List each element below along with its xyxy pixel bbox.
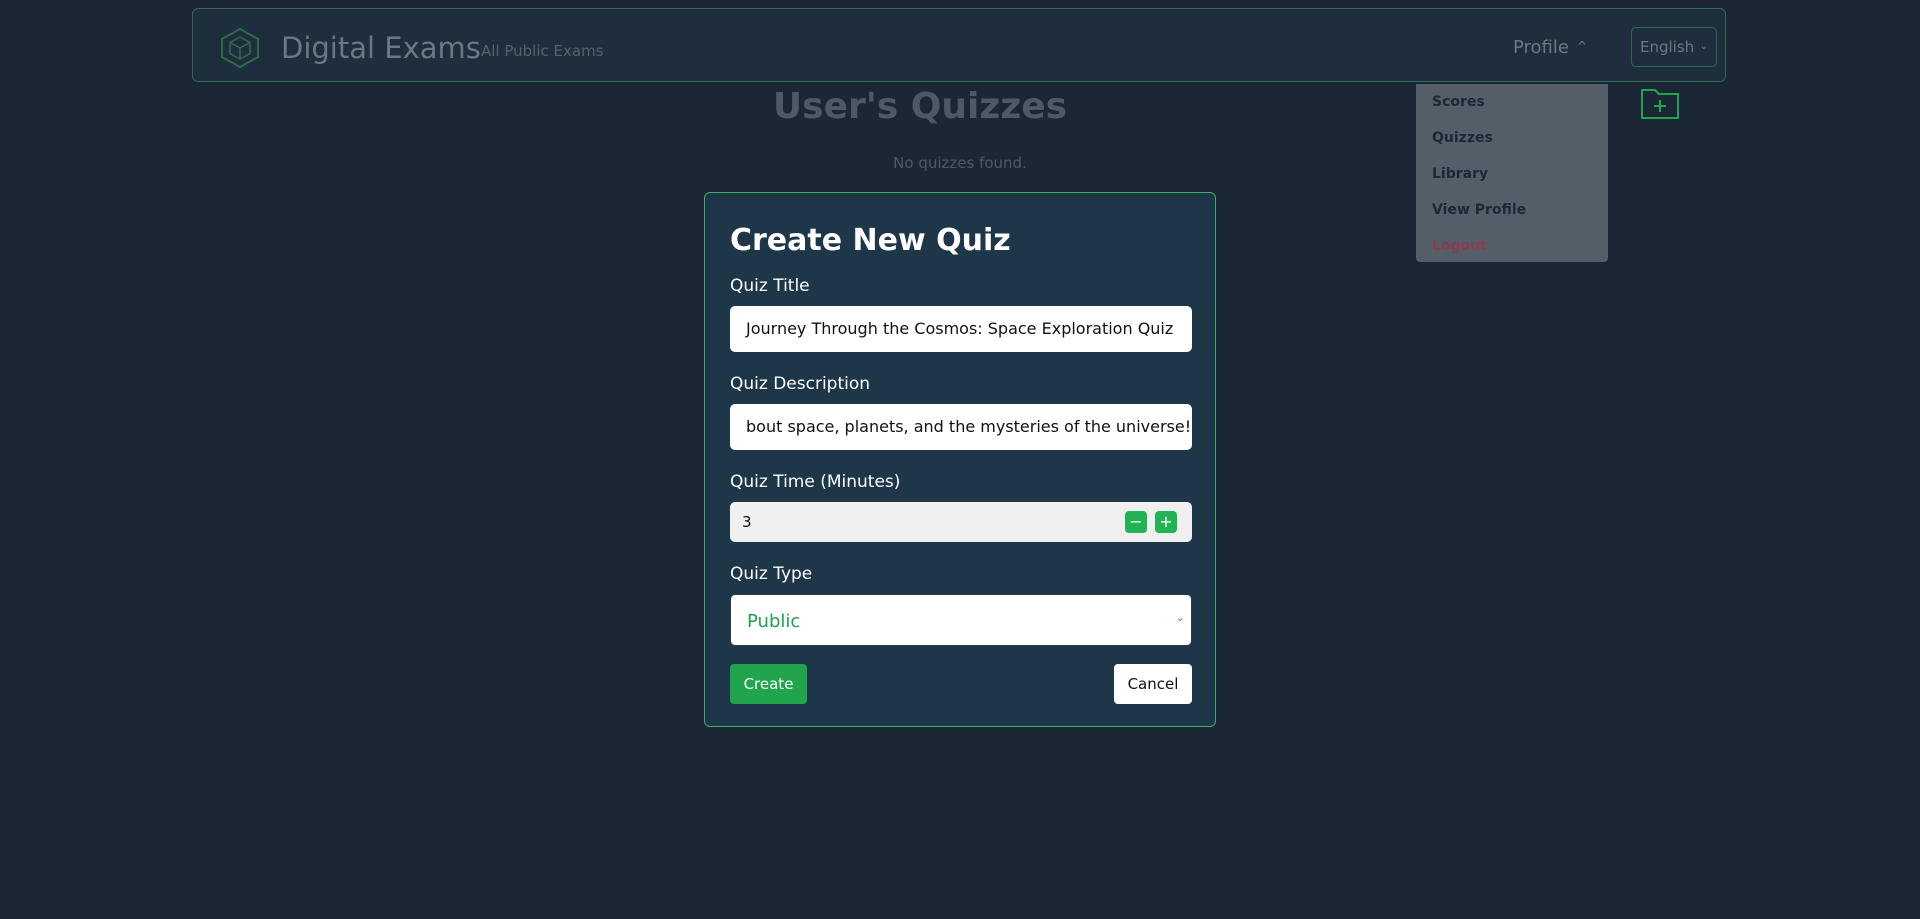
cube-logo-icon[interactable] — [219, 27, 261, 69]
create-quiz-modal: Create New Quiz Quiz Title Journey Throu… — [704, 192, 1216, 727]
quiz-description-label: Quiz Description — [730, 374, 871, 394]
language-value: English — [1640, 38, 1695, 56]
cancel-button[interactable]: Cancel — [1114, 664, 1192, 704]
chevron-up-icon: ^ — [1576, 39, 1588, 53]
modal-title: Create New Quiz — [730, 223, 1011, 258]
chevron-down-icon: ⌄ — [1699, 41, 1708, 52]
all-public-exams-link[interactable]: All Public Exams — [481, 42, 604, 60]
quiz-type-label: Quiz Type — [730, 564, 813, 584]
empty-message: No quizzes found. — [893, 154, 1027, 172]
quiz-title-label: Quiz Title — [730, 276, 810, 296]
navbar: Digital Exams All Public Exams Profile ^ … — [192, 8, 1726, 82]
menu-item-logout[interactable]: Logout — [1432, 238, 1487, 254]
brand-name[interactable]: Digital Exams — [281, 31, 481, 65]
minus-icon[interactable]: − — [1125, 511, 1147, 533]
create-button[interactable]: Create — [730, 664, 807, 704]
profile-label: Profile — [1513, 37, 1569, 58]
quiz-time-label: Quiz Time (Minutes) — [730, 472, 901, 492]
quiz-time-value[interactable]: 3 — [742, 513, 752, 531]
quiz-time-stepper[interactable]: 3 − + — [730, 502, 1192, 542]
quiz-type-value: Public — [747, 611, 801, 632]
quiz-description-input[interactable]: bout space, planets, and the mysteries o… — [730, 404, 1192, 450]
quiz-type-select[interactable]: Public ⌄ — [730, 594, 1192, 646]
menu-item-view-profile[interactable]: View Profile — [1432, 202, 1526, 218]
chevron-down-icon: ⌄ — [1175, 611, 1185, 624]
profile-toggle[interactable]: Profile ^ — [1513, 37, 1587, 58]
menu-item-quizzes[interactable]: Quizzes — [1432, 130, 1493, 146]
quiz-title-input[interactable]: Journey Through the Cosmos: Space Explor… — [730, 306, 1192, 352]
language-select[interactable]: English ⌄ — [1631, 27, 1717, 67]
plus-icon[interactable]: + — [1155, 511, 1177, 533]
page-title: User's Quizzes — [772, 86, 1068, 127]
